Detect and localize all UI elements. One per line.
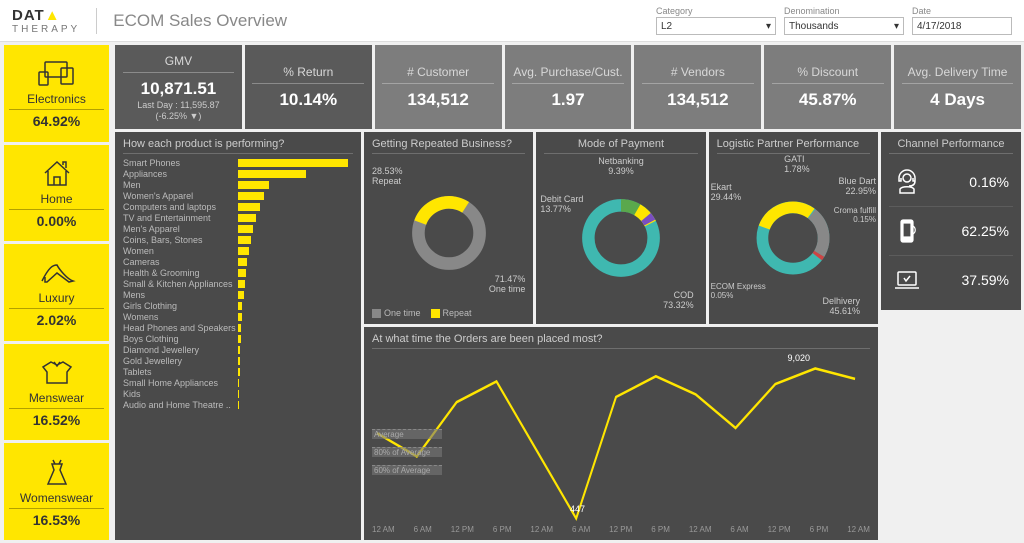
product-bar-row: Men's Apparel xyxy=(123,224,353,234)
channel-row: 37.59% xyxy=(889,256,1013,304)
product-bar-row: Small & Kitchen Appliances xyxy=(123,279,353,289)
filter-denomination[interactable]: Denomination Thousands▾ xyxy=(784,6,904,35)
chevron-down-icon: ▾ xyxy=(894,21,899,32)
product-bar-row: Health & Grooming xyxy=(123,268,353,278)
channel-performance-panel: Channel Performance 0.16% 62.25% 37.59% xyxy=(881,132,1021,310)
product-bar-row: Smart Phones xyxy=(123,158,353,168)
product-bar-row: Women xyxy=(123,246,353,256)
product-bar-row: Gold Jewellery xyxy=(123,356,353,366)
kpi-avg-purchase: Avg. Purchase/Cust.1.97 xyxy=(505,45,632,129)
category-sidebar: Electronics64.92% Home0.00% Luxury2.02% … xyxy=(0,42,112,543)
kpi-row: GMV 10,871.51 Last Day : 11,595.87 (-6.2… xyxy=(115,45,1021,129)
product-bar-row: Kids xyxy=(123,389,353,399)
kpi-vendors: # Vendors134,512 xyxy=(634,45,761,129)
filter-category[interactable]: Category L2▾ xyxy=(656,6,776,35)
header-bar: DAT▲ THERAPY ECOM Sales Overview Categor… xyxy=(0,0,1024,42)
cat-luxury[interactable]: Luxury2.02% xyxy=(4,244,109,341)
cat-electronics[interactable]: Electronics64.92% xyxy=(4,45,109,142)
product-bar-row: Coins, Bars, Stones xyxy=(123,235,353,245)
product-bar-row: Men xyxy=(123,180,353,190)
product-bar-row: Mens xyxy=(123,290,353,300)
filter-date[interactable]: Date 4/17/2018 xyxy=(912,6,1012,35)
channel-row: 0.16% xyxy=(889,158,1013,207)
product-performance-panel: How each product is performing? Smart Ph… xyxy=(115,132,361,540)
kpi-return: % Return10.14% xyxy=(245,45,372,129)
page-title: ECOM Sales Overview xyxy=(113,11,287,31)
product-bar-row: Tablets xyxy=(123,367,353,377)
kpi-discount: % Discount45.87% xyxy=(764,45,891,129)
product-bar-row: Appliances xyxy=(123,169,353,179)
home-icon xyxy=(41,157,73,189)
product-bar-row: Small Home Appliances xyxy=(123,378,353,388)
cat-womenswear[interactable]: Womenswear16.53% xyxy=(4,443,109,540)
chevron-down-icon: ▾ xyxy=(766,21,771,32)
headset-icon xyxy=(893,168,921,196)
payment-mode-panel: Mode of Payment Netbanking9.39% Debit Ca… xyxy=(536,132,705,324)
product-bar-row: Computers and laptops xyxy=(123,202,353,212)
channel-row: 62.25% xyxy=(889,207,1013,256)
logo: DAT▲ THERAPY xyxy=(12,7,80,35)
repeat-business-panel: Getting Repeated Business? 28.53%Repeat … xyxy=(364,132,533,324)
product-bar-row: Audio and Home Theatre .. xyxy=(123,400,353,410)
product-bar-row: Womens xyxy=(123,312,353,322)
cat-menswear[interactable]: Menswear16.52% xyxy=(4,344,109,441)
devices-icon xyxy=(37,57,77,89)
product-bar-row: Girls Clothing xyxy=(123,301,353,311)
kpi-delivery: Avg. Delivery Time4 Days xyxy=(894,45,1021,129)
heel-icon xyxy=(39,256,75,288)
product-bar-row: Cameras xyxy=(123,257,353,267)
dress-icon xyxy=(44,456,70,488)
kpi-customer: # Customer134,512 xyxy=(375,45,502,129)
logistic-panel: Logistic Partner Performance Ekart29.44%… xyxy=(709,132,878,324)
laptop-icon xyxy=(893,266,921,294)
cat-home[interactable]: Home0.00% xyxy=(4,145,109,242)
shirt-icon xyxy=(41,356,73,388)
product-bar-row: Boys Clothing xyxy=(123,334,353,344)
kpi-gmv: GMV 10,871.51 Last Day : 11,595.87 (-6.2… xyxy=(115,45,242,129)
product-bar-row: TV and Entertainment xyxy=(123,213,353,223)
orders-time-panel: At what time the Orders are been placed … xyxy=(364,327,878,540)
product-bar-row: Women's Apparel xyxy=(123,191,353,201)
product-bar-row: Head Phones and Speakers xyxy=(123,323,353,333)
product-bar-row: Diamond Jewellery xyxy=(123,345,353,355)
mobile-icon xyxy=(893,217,921,245)
